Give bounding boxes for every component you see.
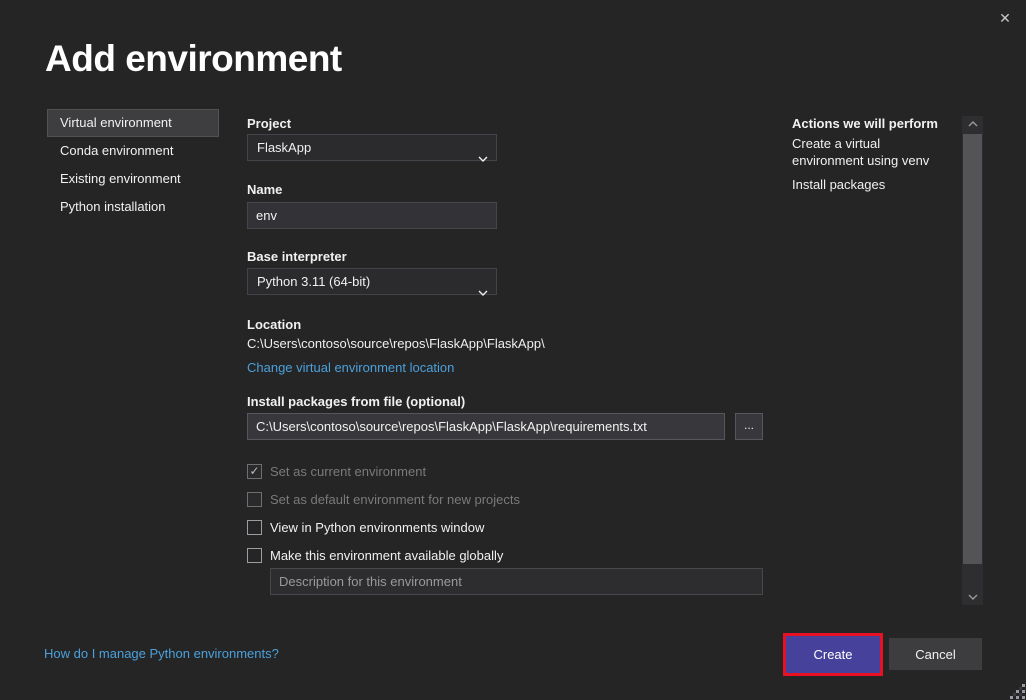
project-label: Project [247,116,291,131]
close-icon[interactable]: ✕ [995,8,1015,28]
checkbox-unchecked-icon[interactable] [247,492,262,507]
scrollbar[interactable] [962,116,983,605]
checkbox-row-view-environments: View in Python environments window [247,519,484,535]
resize-grip-icon[interactable] [1009,683,1026,700]
checkbox-checked-icon[interactable]: ✓ [247,464,262,479]
base-interpreter-select-value: Python 3.11 (64-bit) [257,274,370,289]
browse-button[interactable]: ... [735,413,763,440]
chevron-down-icon [478,279,488,304]
action-item: Create a virtual environment using venv [792,135,952,169]
checkbox-label: Make this environment available globally [270,548,503,563]
sidebar-item-conda-environment[interactable]: Conda environment [48,138,218,164]
project-select-value: FlaskApp [257,140,311,155]
install-packages-input[interactable] [247,413,725,440]
environment-type-list: Virtual environment Conda environment Ex… [48,110,218,222]
sidebar-item-virtual-environment[interactable]: Virtual environment [48,110,218,136]
create-button-highlight: Create [783,633,883,676]
change-location-link[interactable]: Change virtual environment location [247,360,454,375]
page-title: Add environment [45,38,342,80]
location-path: C:\Users\contoso\source\repos\FlaskApp\F… [247,336,545,351]
project-select[interactable]: FlaskApp [247,134,497,161]
sidebar-item-python-installation[interactable]: Python installation [48,194,218,220]
base-interpreter-select[interactable]: Python 3.11 (64-bit) [247,268,497,295]
location-label: Location [247,317,301,332]
scroll-down-icon[interactable] [962,589,983,605]
cancel-button[interactable]: Cancel [889,638,982,670]
checkbox-row-available-globally: Make this environment available globally [247,547,503,563]
checkbox-row-set-current: ✓ Set as current environment [247,463,426,479]
scroll-up-icon[interactable] [962,116,983,132]
add-environment-dialog: ✕ Add environment Virtual environment Co… [0,0,1026,700]
actions-panel-title: Actions we will perform [792,116,957,131]
checkbox-label: Set as default environment for new proje… [270,492,520,507]
base-interpreter-label: Base interpreter [247,249,347,264]
name-input[interactable] [247,202,497,229]
checkbox-unchecked-icon[interactable] [247,548,262,563]
sidebar-item-existing-environment[interactable]: Existing environment [48,166,218,192]
scrollbar-thumb[interactable] [963,134,982,564]
description-input[interactable] [270,568,763,595]
name-label: Name [247,182,282,197]
checkbox-label: Set as current environment [270,464,426,479]
checkbox-label: View in Python environments window [270,520,484,535]
chevron-down-icon [478,145,488,170]
checkbox-row-set-default: Set as default environment for new proje… [247,491,520,507]
action-item: Install packages [792,176,952,193]
install-packages-label: Install packages from file (optional) [247,394,465,409]
help-link[interactable]: How do I manage Python environments? [44,646,279,661]
create-button[interactable]: Create [786,636,880,673]
checkbox-unchecked-icon[interactable] [247,520,262,535]
